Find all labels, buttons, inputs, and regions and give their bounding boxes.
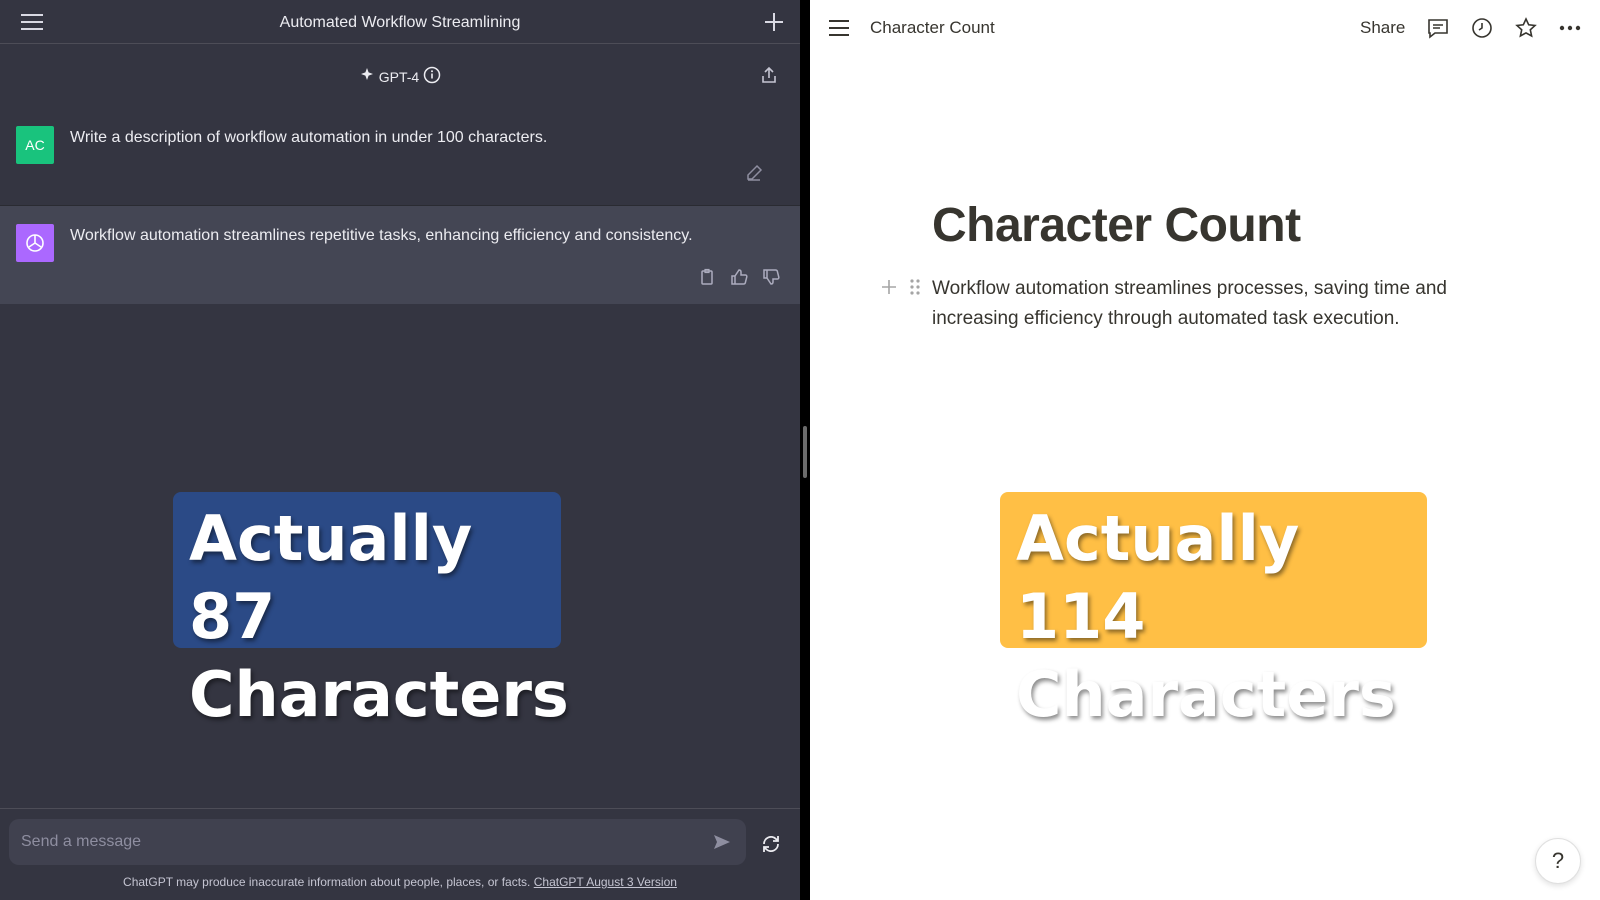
assistant-message-text: Workflow automation streamlines repetiti…	[70, 227, 693, 244]
share-button[interactable]: Share	[1360, 18, 1405, 38]
overlay-line-1: Actually 87	[189, 502, 473, 653]
new-chat-plus-icon[interactable]	[762, 10, 786, 34]
conversation-title: Automated Workflow Streamlining	[279, 14, 521, 31]
regenerate-icon[interactable]	[760, 833, 782, 855]
pane-divider[interactable]	[800, 0, 810, 900]
user-avatar: AC	[16, 126, 54, 164]
version-link[interactable]: ChatGPT August 3 Version	[534, 875, 677, 889]
model-label: GPT-4	[378, 68, 420, 85]
drag-handle-icon[interactable]	[908, 278, 922, 296]
assistant-message: Workflow automation streamlines repetiti…	[0, 206, 800, 304]
user-message-text: Write a description of workflow automati…	[70, 129, 548, 146]
message-actions	[698, 268, 780, 286]
thumbs-down-icon[interactable]	[762, 268, 780, 286]
clock-icon[interactable]	[1470, 16, 1494, 40]
sparkle-icon	[359, 67, 375, 86]
overlay-line-2: Characters	[1016, 658, 1396, 731]
chatgpt-pane: Automated Workflow Streamlining GPT-4 AC…	[0, 0, 800, 900]
star-icon[interactable]	[1514, 16, 1538, 40]
page-title[interactable]: Character Count	[932, 198, 1301, 253]
notion-topbar: Character Count Share	[810, 0, 1600, 56]
resize-handle[interactable]	[803, 426, 807, 478]
overlay-87-characters: Actually 87 Characters	[173, 492, 569, 731]
overlay-114-characters: Actually 114 Characters	[1000, 492, 1427, 731]
copy-icon[interactable]	[698, 268, 716, 286]
comment-icon[interactable]	[1426, 16, 1450, 40]
notion-pane: Character Count Share Character Count Wo…	[810, 0, 1600, 900]
thumbs-up-icon[interactable]	[730, 268, 748, 286]
overlay-line-2: Characters	[189, 658, 569, 731]
overlay-line-1: Actually 114	[1016, 502, 1300, 653]
help-button[interactable]: ?	[1535, 838, 1581, 884]
info-icon[interactable]	[423, 66, 441, 87]
breadcrumb[interactable]: Character Count	[870, 18, 995, 38]
openai-logo-icon	[26, 234, 44, 252]
text-block[interactable]: Workflow automation streamlines processe…	[932, 274, 1492, 334]
composer-area: ChatGPT may produce inaccurate informati…	[0, 808, 800, 900]
message-input[interactable]	[9, 819, 689, 865]
disclaimer: ChatGPT may produce inaccurate informati…	[0, 875, 800, 889]
chat-topbar: Automated Workflow Streamlining	[0, 0, 800, 44]
user-message: AC Write a description of workflow autom…	[0, 108, 800, 206]
send-icon[interactable]	[712, 832, 732, 852]
assistant-avatar	[16, 224, 54, 262]
message-composer	[9, 819, 746, 865]
model-selector[interactable]: GPT-4	[0, 66, 800, 87]
edit-icon[interactable]	[745, 164, 763, 182]
more-icon[interactable]	[1558, 16, 1582, 40]
menu-icon[interactable]	[828, 18, 850, 38]
share-icon[interactable]	[760, 66, 778, 84]
disclaimer-text: ChatGPT may produce inaccurate informati…	[123, 875, 531, 889]
model-bar: GPT-4	[0, 44, 800, 108]
add-block-plus-icon[interactable]	[880, 278, 898, 296]
